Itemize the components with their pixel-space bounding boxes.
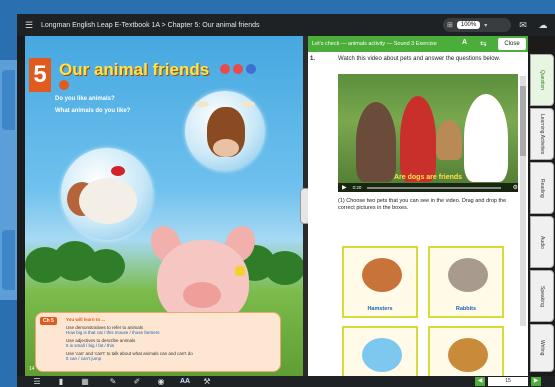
- intro-question-2: What animals do you like?: [55, 108, 131, 114]
- answer-card-goldfish[interactable]: [342, 326, 418, 376]
- question-number: 1.: [310, 56, 316, 62]
- chapter-badge: Ch 5: [40, 317, 57, 325]
- cow-picture: [185, 91, 265, 171]
- title-bar: ☰ Longman English Leap E-Textbook 1A > C…: [17, 14, 555, 36]
- learning-objectives-box: Ch 5 You will learn to ... Use demonstra…: [35, 312, 281, 372]
- contents-icon[interactable]: ☰: [31, 376, 43, 387]
- card-label: Rabbits: [455, 306, 477, 312]
- grid-icon[interactable]: ▦: [79, 376, 91, 387]
- rabbit-picture: [448, 258, 488, 292]
- chevron-down-icon: ▾: [484, 22, 488, 29]
- intro-question-1: Do you like animals?: [55, 96, 115, 102]
- video-caption: Are dogs are friends: [394, 174, 463, 181]
- page-input[interactable]: 15: [488, 377, 528, 386]
- video-player[interactable]: Are dogs are friends ▶ 0:20 ⚙: [338, 74, 518, 192]
- objectives-heading: You will learn to ...: [66, 317, 106, 322]
- audio-icon[interactable]: [220, 64, 230, 74]
- video-controls[interactable]: ▶ 0:20 ⚙: [338, 183, 518, 192]
- video-time: 0:20: [352, 185, 362, 190]
- tab-writing[interactable]: Writing: [530, 324, 554, 372]
- zoom-icon: ⊞: [447, 22, 453, 29]
- side-tab-decor: [2, 70, 15, 130]
- menu-icon[interactable]: ☰: [25, 20, 35, 30]
- scrollbar-thumb[interactable]: [520, 86, 526, 156]
- eye-icon[interactable]: ◉: [155, 376, 167, 387]
- side-tabs: Question Learning Activities Reading Aud…: [528, 54, 555, 374]
- zoom-control[interactable]: ⊞ 100% ▾: [443, 18, 511, 32]
- activity-header-label: Let's check — animals activity — Sound 3…: [312, 41, 437, 47]
- card-label: Hamsters: [367, 306, 393, 312]
- chapter-number: 5: [29, 58, 51, 92]
- activity-panel: Let's check — animals activity — Sound 3…: [308, 36, 528, 376]
- objective-example: It is small / big / fat / thin: [66, 343, 115, 348]
- objective-example: How big is that cat / this mouse / those…: [66, 330, 160, 335]
- text-size-button[interactable]: AA: [177, 376, 193, 387]
- globe-icon[interactable]: [246, 64, 256, 74]
- answer-card-hamsters[interactable]: Hamsters: [342, 246, 418, 318]
- background-panel: [0, 60, 17, 300]
- side-tab-decor: [2, 230, 15, 290]
- tab-question[interactable]: Question: [530, 54, 554, 106]
- hamster-picture: [362, 258, 402, 292]
- pen-icon[interactable]: ✎: [107, 376, 119, 387]
- answer-card-rabbits[interactable]: Rabbits: [428, 246, 504, 318]
- mail-icon[interactable]: ✉: [517, 19, 529, 31]
- activity-header: Let's check — animals activity — Sound 3…: [308, 36, 528, 52]
- highlighter-icon[interactable]: ✐: [131, 376, 143, 387]
- translate-icon[interactable]: ⇆: [480, 39, 487, 48]
- zoom-select[interactable]: 100%: [456, 21, 481, 29]
- chapter-title: Our animal friends: [59, 60, 210, 79]
- tab-audio[interactable]: Audio: [530, 216, 554, 268]
- dog-picture: [448, 338, 488, 372]
- play-icon[interactable]: ▶: [342, 184, 347, 191]
- goldfish-picture: [362, 338, 402, 372]
- video-icon[interactable]: [233, 64, 243, 74]
- font-size-button[interactable]: A: [462, 39, 467, 46]
- ebook-window: ☰ Longman English Leap E-Textbook 1A > C…: [17, 14, 555, 387]
- chapter-icons: [220, 64, 256, 74]
- answer-card-dog[interactable]: [428, 326, 504, 376]
- hen-picture: [61, 148, 153, 240]
- close-button[interactable]: Close: [498, 38, 526, 50]
- window-title: Longman English Leap E-Textbook 1A > Cha…: [41, 21, 260, 29]
- objective-example: It can / can't jump: [66, 356, 102, 361]
- bottom-toolbar: ☰ ▮ ▦ ✎ ✐ ◉ AA ⚒ ◀ 15 ▶: [17, 376, 555, 387]
- sub-question-text: (1) Choose two pets that you can see in …: [338, 198, 507, 211]
- next-page-button[interactable]: ▶: [531, 377, 541, 386]
- page-number: 14: [29, 366, 35, 372]
- page-navigation: ◀ 15 ▶: [475, 377, 541, 386]
- activity-icon[interactable]: [59, 80, 69, 90]
- tab-speaking[interactable]: Speaking: [530, 270, 554, 322]
- previous-page-button[interactable]: ◀: [475, 377, 485, 386]
- textbook-page: 5 Our animal friends Do you like animals…: [25, 36, 303, 376]
- tab-reading[interactable]: Reading: [530, 162, 554, 214]
- scrollbar[interactable]: [520, 76, 526, 326]
- video-progress-bar[interactable]: [367, 186, 501, 189]
- question-text: Watch this video about pets and answer t…: [338, 56, 501, 62]
- tools-icon[interactable]: ⚒: [201, 376, 213, 387]
- cloud-icon[interactable]: ☁: [537, 19, 549, 31]
- bookmark-icon[interactable]: ▮: [55, 376, 67, 387]
- settings-icon[interactable]: ⚙: [513, 184, 518, 191]
- tab-learning-activities[interactable]: Learning Activities: [530, 108, 554, 160]
